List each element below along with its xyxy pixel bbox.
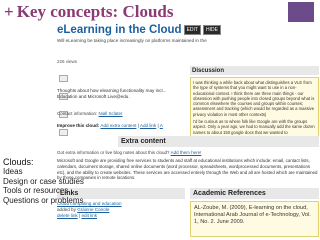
bookmark-icon[interactable] [59,75,68,82]
add-them-here-link[interactable]: Add them here! [171,150,202,155]
view-count: 226 views [57,59,78,64]
delete-link[interactable]: delete link [57,213,78,218]
discussion-box: I was thinking a while back about what d… [190,77,319,140]
slide-title: + Key concepts: Clouds [4,1,173,23]
decorative-corner-box [288,2,314,22]
cloud-header: eLearning in the Cloud EDIT HIDE [57,22,221,38]
contributor-line: Contact information: Niall Sclater [57,111,123,116]
rss-icon[interactable] [59,129,68,136]
academic-reference: AL-Zoube, M. (2009), E-learning on the c… [190,201,319,237]
share-icons [58,70,78,142]
improve-label: Improve this cloud: [57,123,100,128]
link-byline-prefix: added by [57,207,76,212]
link-actions-separator: | [78,213,81,218]
improve-line: Improve this cloud: Add extra content | … [57,123,163,128]
discussion-header: Discussion [190,66,319,75]
contributor-prefix: Contact information: [57,111,98,116]
hide-button[interactable]: HIDE [202,25,221,35]
add-link-link[interactable]: Add link [140,123,156,128]
cloud-types-list: Clouds: Ideas Design or case studies Too… [3,157,84,205]
link-author[interactable]: Gráinne Conole [77,207,109,212]
add-extra-content-link[interactable]: Add extra content [100,123,136,128]
cloudworks-page: eLearning in the Cloud EDIT HIDE Will eL… [57,22,319,239]
extra-content-prompt: Got extra information or live blog notes… [57,150,201,155]
academic-references-header: Academic References [190,188,319,199]
cloud-type-ideas: Ideas [3,167,23,176]
extra-content-header: Extra content [118,136,319,147]
cloud-description: Thoughts about how elearning functionali… [57,88,167,99]
cloud-title: eLearning in the Cloud [57,24,182,36]
contributor-link[interactable]: Niall Sclater [99,111,123,116]
slide-title-text: Key concepts: Clouds [16,2,174,21]
edit-button[interactable]: EDIT [183,25,201,35]
extra-content-prompt-text: Got extra information or live blog notes… [57,150,170,155]
extra-content-paragraph: Microsoft and Google are providing free … [57,158,318,181]
cloud-subtitle: Will eLearning be taking place increasin… [57,38,207,43]
cloud-type-questions: Questions or problems [3,195,84,205]
cloud-type-design: Design or case studies [3,176,84,186]
cloud-type-tools: Tools or resources [3,186,69,195]
link-actions: delete link | edit link [57,213,185,219]
plus-mark: + [4,2,14,21]
edit-link[interactable]: edit link [81,213,97,218]
discussion-comment-1: I was thinking a while back about what d… [193,80,315,117]
add-more-link[interactable]: A [160,123,163,128]
cloud-types-heading: Clouds: [3,157,34,167]
discussion-comment-2: I'd be curious as to where folk like Goo… [193,119,315,135]
